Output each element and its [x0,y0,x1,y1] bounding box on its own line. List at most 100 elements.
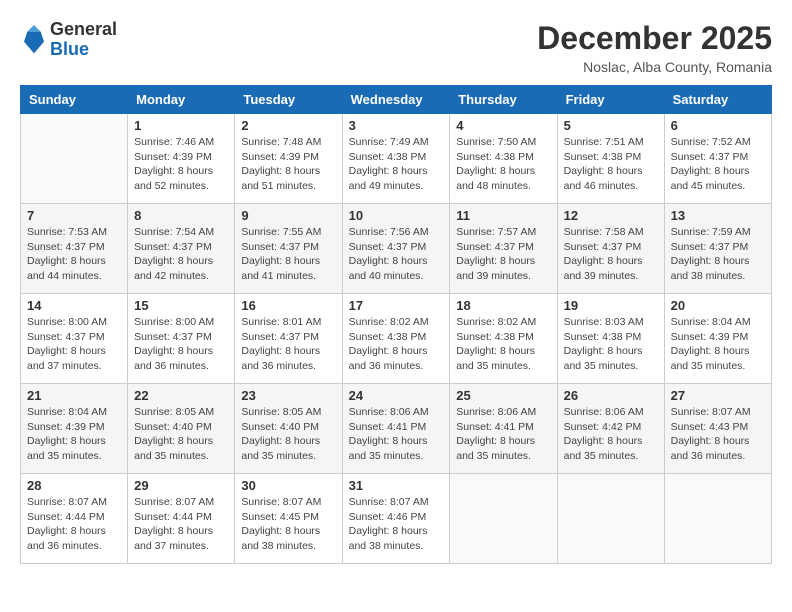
cell-info: Sunrise: 8:02 AMSunset: 4:38 PMDaylight:… [349,315,444,374]
day-number: 27 [671,388,765,403]
calendar-cell: 30 Sunrise: 8:07 AMSunset: 4:45 PMDayligh… [235,474,342,564]
day-number: 5 [564,118,658,133]
cell-info: Sunrise: 8:07 AMSunset: 4:46 PMDaylight:… [349,495,444,554]
cell-info: Sunrise: 8:04 AMSunset: 4:39 PMDaylight:… [671,315,765,374]
day-number: 22 [134,388,228,403]
calendar-cell: 25Sunrise: 8:06 AMSunset: 4:41 PMDayligh… [450,384,557,474]
cell-info: Sunrise: 7:46 AMSunset: 4:39 PMDaylight:… [134,135,228,194]
title-block: December 2025 Noslac, Alba County, Roman… [537,20,772,75]
calendar-cell: 1 Sunrise: 7:46 AMSunset: 4:39 PMDaylight… [128,114,235,204]
day-number: 24 [349,388,444,403]
logo-general: General [50,20,117,40]
calendar-day-header: Tuesday [235,86,342,114]
calendar-cell: 7 Sunrise: 7:53 AMSunset: 4:37 PMDaylight… [21,204,128,294]
day-number: 31 [349,478,444,493]
calendar-cell: 24 Sunrise: 8:06 AMSunset: 4:41 PMDayligh… [342,384,450,474]
cell-info: Sunrise: 8:06 AMSunset: 4:42 PMDaylight:… [564,405,658,464]
cell-info: Sunrise: 7:56 AMSunset: 4:37 PMDaylight:… [349,225,444,284]
day-number: 12 [564,208,658,223]
calendar-cell: 10 Sunrise: 7:56 AMSunset: 4:37 PMDayligh… [342,204,450,294]
calendar-cell: 17 Sunrise: 8:02 AMSunset: 4:38 PMDayligh… [342,294,450,384]
day-number: 11 [456,208,550,223]
calendar-cell: 6 Sunrise: 7:52 AMSunset: 4:37 PMDaylight… [664,114,771,204]
calendar-cell: 12 Sunrise: 7:58 AMSunset: 4:37 PMDayligh… [557,204,664,294]
calendar-cell: 3 Sunrise: 7:49 AMSunset: 4:38 PMDaylight… [342,114,450,204]
day-number: 3 [349,118,444,133]
day-number: 13 [671,208,765,223]
calendar-cell [557,474,664,564]
day-number: 1 [134,118,228,133]
day-number: 9 [241,208,335,223]
calendar-cell [664,474,771,564]
day-number: 20 [671,298,765,313]
logo-blue: Blue [50,40,117,60]
cell-info: Sunrise: 8:06 AMSunset: 4:41 PMDaylight:… [349,405,444,464]
calendar-week-row: 21Sunrise: 8:04 AMSunset: 4:39 PMDayligh… [21,384,772,474]
calendar-cell [450,474,557,564]
day-number: 28 [27,478,121,493]
calendar-cell: 28Sunrise: 8:07 AMSunset: 4:44 PMDayligh… [21,474,128,564]
day-number: 19 [564,298,658,313]
day-number: 15 [134,298,228,313]
calendar-cell: 26 Sunrise: 8:06 AMSunset: 4:42 PMDayligh… [557,384,664,474]
cell-info: Sunrise: 8:01 AMSunset: 4:37 PMDaylight:… [241,315,335,374]
cell-info: Sunrise: 7:58 AMSunset: 4:37 PMDaylight:… [564,225,658,284]
day-number: 7 [27,208,121,223]
cell-info: Sunrise: 8:04 AMSunset: 4:39 PMDaylight:… [27,405,121,464]
day-number: 17 [349,298,444,313]
calendar-cell: 18Sunrise: 8:02 AMSunset: 4:38 PMDayligh… [450,294,557,384]
day-number: 30 [241,478,335,493]
cell-info: Sunrise: 8:07 AMSunset: 4:45 PMDaylight:… [241,495,335,554]
calendar-week-row: 28Sunrise: 8:07 AMSunset: 4:44 PMDayligh… [21,474,772,564]
calendar-day-header: Monday [128,86,235,114]
cell-info: Sunrise: 7:52 AMSunset: 4:37 PMDaylight:… [671,135,765,194]
calendar-cell: 19Sunrise: 8:03 AMSunset: 4:38 PMDayligh… [557,294,664,384]
calendar-header-row: SundayMondayTuesdayWednesdayThursdayFrid… [21,86,772,114]
cell-info: Sunrise: 7:53 AMSunset: 4:37 PMDaylight:… [27,225,121,284]
day-number: 6 [671,118,765,133]
cell-info: Sunrise: 7:49 AMSunset: 4:38 PMDaylight:… [349,135,444,194]
calendar-cell: 23Sunrise: 8:05 AMSunset: 4:40 PMDayligh… [235,384,342,474]
calendar-cell: 29Sunrise: 8:07 AMSunset: 4:44 PMDayligh… [128,474,235,564]
day-number: 10 [349,208,444,223]
cell-info: Sunrise: 8:05 AMSunset: 4:40 PMDaylight:… [241,405,335,464]
calendar-week-row: 1 Sunrise: 7:46 AMSunset: 4:39 PMDaylight… [21,114,772,204]
day-number: 16 [241,298,335,313]
calendar-cell: 11 Sunrise: 7:57 AMSunset: 4:37 PMDayligh… [450,204,557,294]
calendar-cell: 21Sunrise: 8:04 AMSunset: 4:39 PMDayligh… [21,384,128,474]
day-number: 2 [241,118,335,133]
logo: General Blue [20,20,117,60]
calendar-cell [21,114,128,204]
day-number: 26 [564,388,658,403]
calendar-cell: 8Sunrise: 7:54 AMSunset: 4:37 PMDaylight… [128,204,235,294]
calendar-day-header: Friday [557,86,664,114]
calendar-cell: 22 Sunrise: 8:05 AMSunset: 4:40 PMDayligh… [128,384,235,474]
location: Noslac, Alba County, Romania [537,59,772,75]
cell-info: Sunrise: 8:00 AMSunset: 4:37 PMDaylight:… [134,315,228,374]
day-number: 25 [456,388,550,403]
cell-info: Sunrise: 7:48 AMSunset: 4:39 PMDaylight:… [241,135,335,194]
calendar-cell: 14Sunrise: 8:00 AMSunset: 4:37 PMDayligh… [21,294,128,384]
calendar-table: SundayMondayTuesdayWednesdayThursdayFrid… [20,85,772,564]
logo-icon [24,25,44,55]
cell-info: Sunrise: 8:07 AMSunset: 4:43 PMDaylight:… [671,405,765,464]
cell-info: Sunrise: 7:57 AMSunset: 4:37 PMDaylight:… [456,225,550,284]
day-number: 8 [134,208,228,223]
page-header: General Blue December 2025 Noslac, Alba … [20,20,772,75]
cell-info: Sunrise: 7:59 AMSunset: 4:37 PMDaylight:… [671,225,765,284]
calendar-cell: 27 Sunrise: 8:07 AMSunset: 4:43 PMDayligh… [664,384,771,474]
day-number: 14 [27,298,121,313]
calendar-cell: 2 Sunrise: 7:48 AMSunset: 4:39 PMDaylight… [235,114,342,204]
calendar-cell: 9 Sunrise: 7:55 AMSunset: 4:37 PMDaylight… [235,204,342,294]
calendar-day-header: Thursday [450,86,557,114]
calendar-cell: 5Sunrise: 7:51 AMSunset: 4:38 PMDaylight… [557,114,664,204]
calendar-cell: 4Sunrise: 7:50 AMSunset: 4:38 PMDaylight… [450,114,557,204]
calendar-cell: 20 Sunrise: 8:04 AMSunset: 4:39 PMDayligh… [664,294,771,384]
month-title: December 2025 [537,20,772,57]
calendar-cell: 31 Sunrise: 8:07 AMSunset: 4:46 PMDayligh… [342,474,450,564]
cell-info: Sunrise: 8:05 AMSunset: 4:40 PMDaylight:… [134,405,228,464]
calendar-day-header: Sunday [21,86,128,114]
cell-info: Sunrise: 7:55 AMSunset: 4:37 PMDaylight:… [241,225,335,284]
calendar-week-row: 14 Sunrise: 8:00 AMSunset: 4:37 PMDayligh… [21,294,772,384]
day-number: 29 [134,478,228,493]
